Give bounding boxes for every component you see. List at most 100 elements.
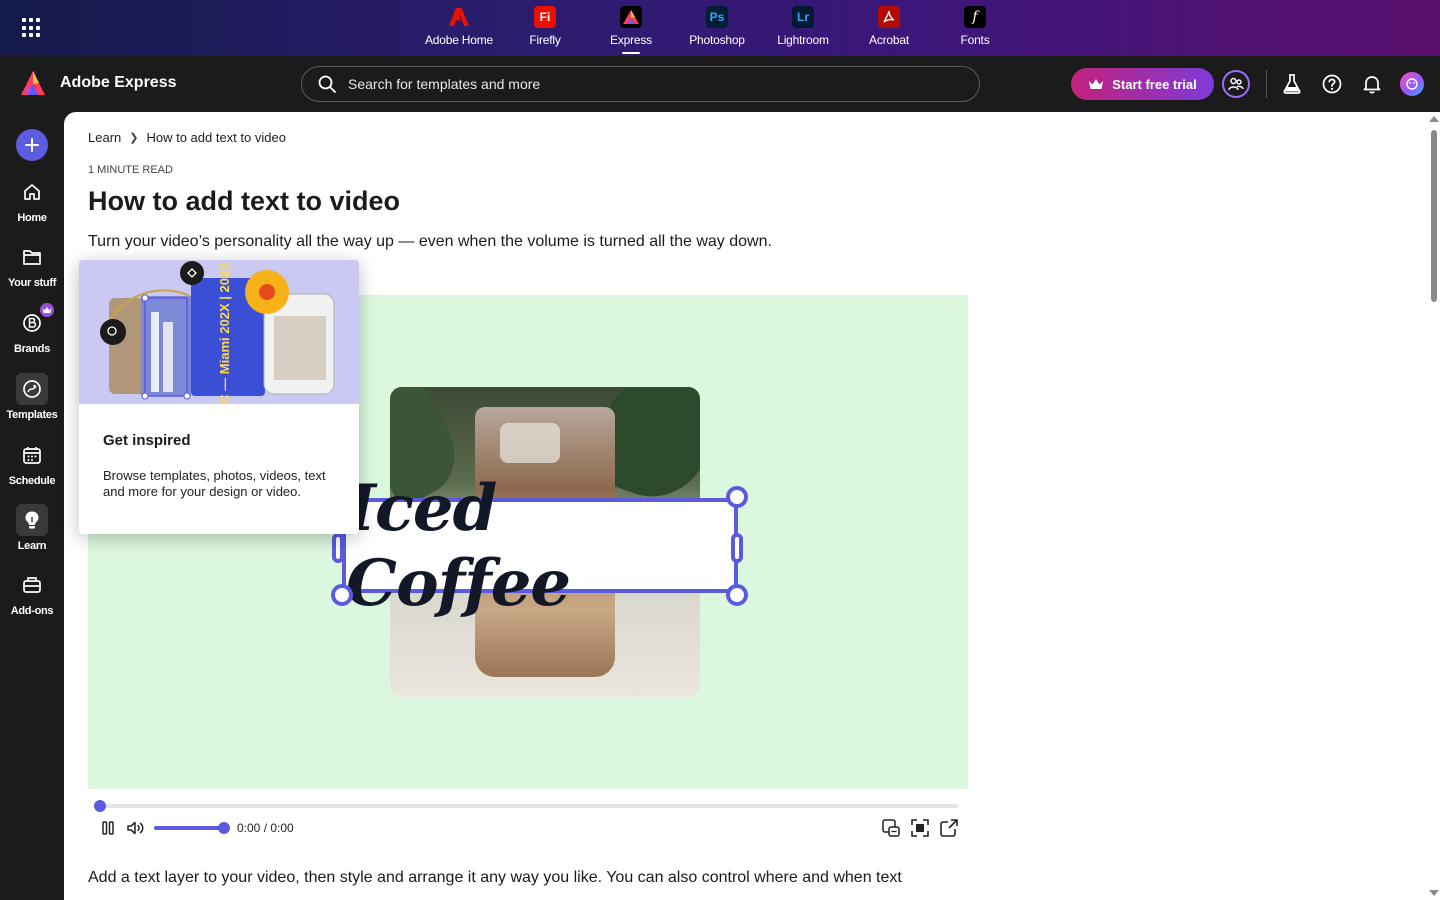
community-icon [1228,77,1244,91]
app-firefly[interactable]: Fi Firefly [502,6,588,52]
calendar-icon [23,447,41,464]
help-button[interactable] [1320,72,1344,96]
app-label: Express [610,33,652,47]
rail-icon-wrap [16,569,48,601]
start-free-trial-button[interactable]: Start free trial [1071,68,1214,100]
brand-icon [23,314,41,332]
search-input[interactable] [348,76,948,92]
community-button[interactable] [1222,70,1250,98]
premium-badge [38,301,56,319]
popover-description: Browse templates, photos, videos, text a… [103,468,326,499]
create-button[interactable] [16,129,48,161]
lightroom-icon: Lr [792,6,814,28]
acrobat-icon [878,6,900,28]
sidebar-item-label: Templates [6,409,58,421]
progress-knob[interactable] [94,800,106,812]
ice-cubes [500,423,560,463]
app-grid-icon[interactable] [22,18,42,38]
sidebar-item-learn[interactable]: Learn [0,504,64,564]
scroll-up-icon[interactable] [1429,116,1439,122]
rail-icon-wrap [16,241,48,273]
plus-icon [25,138,39,152]
app-label: Lightroom [777,33,829,47]
app-switcher-bar: Adobe Home Fi Firefly Express Ps Photosh… [0,0,1440,56]
scroll-thumb[interactable] [1431,130,1437,302]
addons-icon [23,577,41,593]
scroll-down-icon[interactable] [1429,890,1439,896]
sidebar-item-schedule[interactable]: Schedule [0,439,64,499]
sidebar-item-home[interactable]: Home [0,176,64,236]
sidebar-item-brands[interactable]: Brands [0,301,64,367]
resize-handle[interactable] [726,584,748,606]
volume-knob[interactable] [218,822,230,834]
app-label: Fonts [960,33,990,47]
express-icon [620,6,642,28]
brand-home-link[interactable]: Adobe Express [20,70,176,96]
search-bar[interactable] [301,66,980,102]
sidebar-item-templates[interactable]: Templates [0,373,64,433]
sidebar-item-label: Add-ons [10,605,54,617]
avatar[interactable] [1400,72,1424,96]
resize-handle[interactable] [332,533,344,563]
sidebar-item-label: Learn [17,540,47,552]
flask-icon [1283,74,1301,94]
text-layer-box[interactable]: Iced Coffee [342,470,738,621]
app-label: Acrobat [869,33,909,47]
get-inspired-popover: NYC — Miami 202X | 202X Get inspired Bro… [79,260,359,534]
captions-icon [882,819,900,837]
video-progress-bar[interactable] [94,800,958,812]
breadcrumb-learn-link[interactable]: Learn [88,130,121,145]
rail-icon-wrap [16,176,48,208]
sidebar-item-label: Schedule [8,475,56,487]
app-acrobat[interactable]: Acrobat [846,6,932,52]
labs-button[interactable] [1280,72,1304,96]
help-icon [1322,74,1342,94]
sidebar-item-your-stuff[interactable]: Your stuff [0,241,64,301]
left-rail: Home Your stuff Brands Templates Schedul… [0,112,64,900]
template-collage-illustration: NYC — Miami 202X | 202X [79,260,359,404]
mute-button[interactable] [126,818,146,838]
header-divider [1266,70,1267,98]
app-label: Firefly [529,33,561,47]
resize-handle[interactable] [726,486,748,508]
article-body: Add a text layer to your video, then sty… [88,869,902,886]
sidebar-item-label: Your stuff [7,277,57,289]
app-label: Adobe Home [424,33,494,47]
fullscreen-icon [911,819,929,837]
app-list: Adobe Home Fi Firefly Express Ps Photosh… [416,6,1018,54]
resize-handle[interactable] [331,584,353,606]
breadcrumb: Learn ❯ How to add text to video [88,130,286,145]
templates-icon [23,380,41,398]
share-button[interactable] [939,818,959,838]
lightbulb-icon [25,511,39,529]
chevron-right-icon: ❯ [129,132,139,144]
sidebar-item-label: Home [17,212,47,224]
notifications-button[interactable] [1360,72,1384,96]
photoshop-icon: Ps [706,6,728,28]
volume-slider[interactable] [154,822,230,834]
avatar-face-icon [1406,78,1418,90]
app-photoshop[interactable]: Ps Photoshop [674,6,760,52]
search-icon [318,75,336,93]
main-scrollbar[interactable] [1428,112,1440,900]
app-fonts[interactable]: f Fonts [932,6,1018,52]
main-header: Adobe Express Start free trial [0,56,1440,112]
sidebar-item-add-ons[interactable]: Add-ons [0,569,64,629]
app-express[interactable]: Express [588,6,674,54]
resize-handle[interactable] [731,533,743,563]
pause-button[interactable] [98,818,118,838]
video-time: 0:00 / 0:00 [237,821,294,835]
express-logo-icon [21,71,45,95]
app-adobe-home[interactable]: Adobe Home [416,6,502,52]
popover-illustration: NYC — Miami 202X | 202X [79,260,359,404]
text-layer-content: Iced Coffee [346,470,571,621]
home-icon [24,184,40,200]
rail-icon-wrap [16,373,48,405]
app-lightroom[interactable]: Lr Lightroom [760,6,846,52]
share-icon [940,819,958,837]
captions-button[interactable] [881,818,901,838]
app-label: Photoshop [689,33,745,47]
popover-title: Get inspired [103,432,191,449]
fullscreen-button[interactable] [910,818,930,838]
collage-text: NYC — Miami 202X | 202X [217,262,232,404]
